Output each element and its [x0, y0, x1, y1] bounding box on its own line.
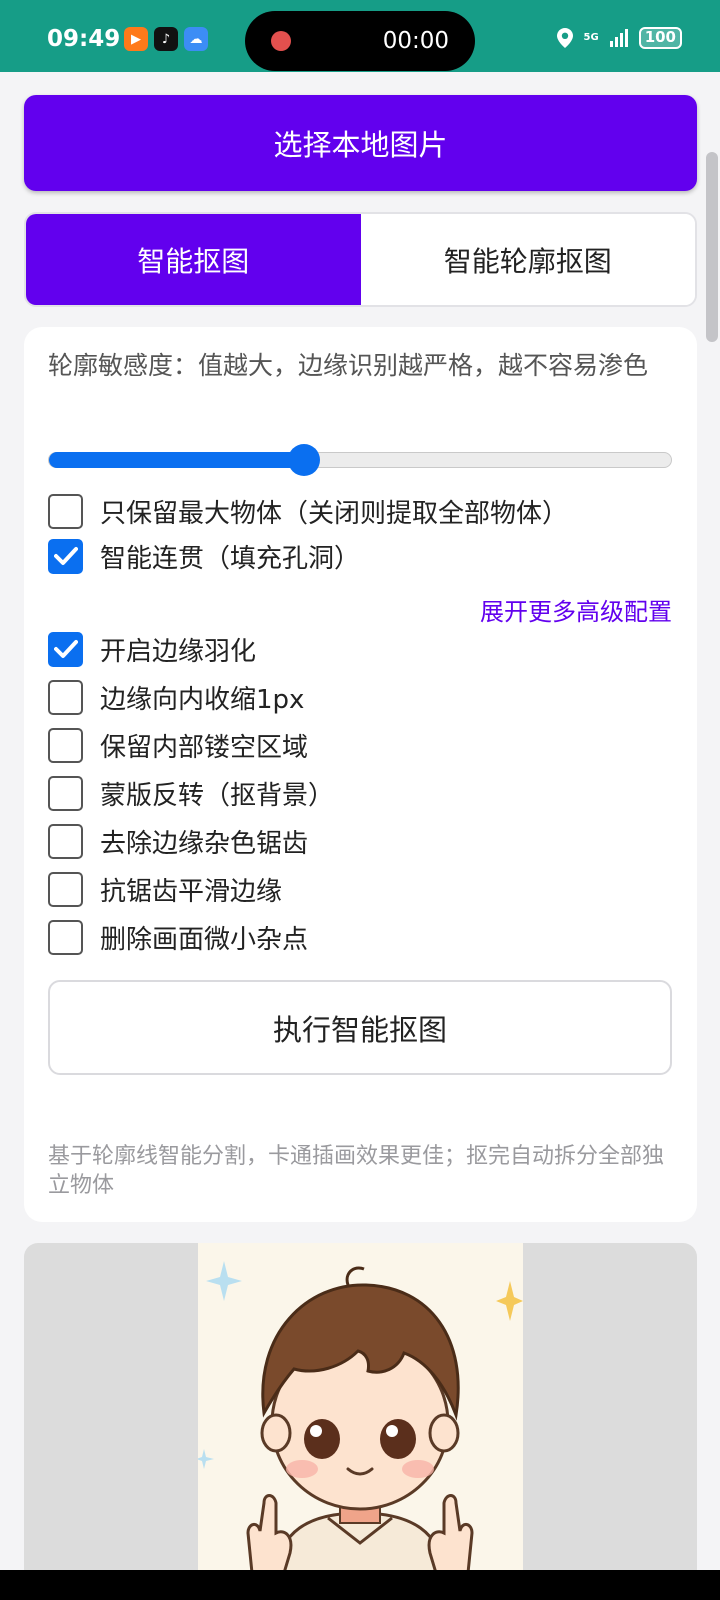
- mode-tabs: 智能抠图 智能轮廓抠图: [24, 212, 697, 307]
- status-indicators: 5G 100: [556, 27, 682, 49]
- option-label: 开启边缘羽化: [100, 636, 257, 667]
- checkbox[interactable]: [48, 679, 83, 715]
- record-dot-icon: [271, 31, 291, 51]
- option-label: 蒙版反转（抠背景）: [100, 780, 335, 811]
- notification-icons: ▶ ♪ ☁: [124, 27, 208, 51]
- option-label: 保留内部镂空区域: [100, 732, 309, 763]
- checkbox[interactable]: [48, 775, 83, 811]
- tab-smart-cutout[interactable]: 智能抠图: [26, 214, 361, 305]
- option-label: 去除边缘杂色锯齿: [100, 828, 309, 859]
- status-bar: 09:49 ▶ ♪ ☁ 00:00 5G 100: [0, 0, 720, 72]
- settings-card: 轮廓敏感度：值越大，边缘识别越严格，越不容易渗色 只保留最大物体（关闭则提取全部…: [24, 327, 697, 1222]
- navigation-bar: [0, 1570, 720, 1600]
- checkbox[interactable]: [48, 493, 83, 529]
- option-keep-hollow[interactable]: 保留内部镂空区域: [48, 727, 308, 763]
- checkbox[interactable]: [48, 871, 83, 907]
- weather-app-icon: ☁: [184, 27, 208, 51]
- run-cutout-button[interactable]: 执行智能抠图: [48, 980, 672, 1075]
- expand-advanced-link[interactable]: 展开更多高级配置: [480, 592, 672, 627]
- select-image-button[interactable]: 选择本地图片: [24, 95, 697, 191]
- signal-icon: [609, 28, 629, 48]
- option-invert-mask[interactable]: 蒙版反转（抠背景）: [48, 775, 334, 811]
- battery-icon: 100: [638, 27, 682, 49]
- video-app-icon: ▶: [124, 27, 148, 51]
- tab-contour-cutout[interactable]: 智能轮廓抠图: [360, 214, 695, 305]
- option-edge-shrink[interactable]: 边缘向内收缩1px: [48, 679, 304, 715]
- slider-thumb[interactable]: [288, 444, 321, 476]
- option-label: 抗锯齿平滑边缘: [100, 876, 283, 907]
- network-type: 5G: [583, 32, 599, 43]
- option-label: 只保留最大物体（关闭则提取全部物体）: [100, 498, 569, 529]
- image-preview: [24, 1243, 697, 1573]
- option-remove-specks[interactable]: 删除画面微小杂点: [48, 919, 308, 955]
- sensitivity-slider[interactable]: [48, 444, 672, 476]
- option-remove-edge-noise[interactable]: 去除边缘杂色锯齿: [48, 823, 308, 859]
- sensitivity-label: 轮廓敏感度：值越大，边缘识别越严格，越不容易渗色: [48, 351, 649, 380]
- checkbox[interactable]: [48, 538, 83, 574]
- option-keep-largest-object[interactable]: 只保留最大物体（关闭则提取全部物体）: [48, 493, 568, 529]
- scrollbar[interactable]: [706, 152, 718, 342]
- screen-recording-pill[interactable]: 00:00: [245, 11, 475, 71]
- checkbox[interactable]: [48, 919, 83, 955]
- status-time: 09:49: [47, 26, 121, 52]
- recording-timer: 00:00: [382, 28, 449, 54]
- checkbox[interactable]: [48, 631, 83, 667]
- checkbox[interactable]: [48, 823, 83, 859]
- option-label: 删除画面微小杂点: [100, 924, 309, 955]
- hint-text: 基于轮廓线智能分割，卡通插画效果更佳；抠完自动拆分全部独立物体: [48, 1144, 665, 1198]
- option-antialias[interactable]: 抗锯齿平滑边缘: [48, 871, 282, 907]
- location-icon: [556, 27, 574, 49]
- option-label: 智能连贯（填充孔洞）: [100, 543, 361, 574]
- slider-fill: [49, 452, 305, 468]
- tiktok-app-icon: ♪: [154, 27, 178, 51]
- cartoon-boy-image: [198, 1243, 523, 1573]
- checkbox[interactable]: [48, 727, 83, 763]
- option-smart-coherent[interactable]: 智能连贯（填充孔洞）: [48, 538, 360, 574]
- option-edge-feather[interactable]: 开启边缘羽化: [48, 631, 256, 667]
- option-label: 边缘向内收缩1px: [100, 684, 305, 715]
